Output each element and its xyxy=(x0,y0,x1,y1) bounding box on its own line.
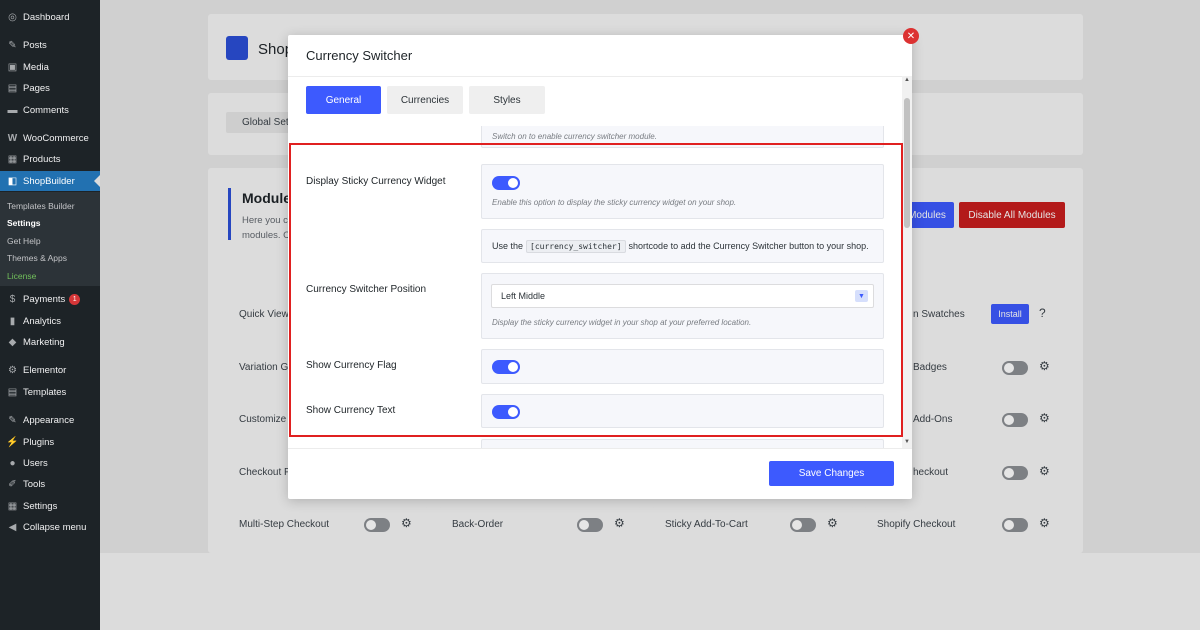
modal-scroll-area[interactable]: Switch on to enable currency switcher mo… xyxy=(288,126,902,448)
submenu-settings[interactable]: Settings xyxy=(0,214,100,231)
position-select[interactable]: Left Middle ▼ xyxy=(491,284,874,308)
pages-icon: ▤ xyxy=(7,82,18,94)
sticky-widget-label: Display Sticky Currency Widget xyxy=(306,176,446,187)
users-icon: ● xyxy=(9,457,16,469)
settings-icon: ▦ xyxy=(7,500,18,512)
modal-title: Currency Switcher xyxy=(306,48,413,63)
sidebar-item-templates[interactable]: ▤ Templates xyxy=(0,382,100,402)
sidebar-item-tools[interactable]: ✐ Tools xyxy=(0,474,100,494)
bottom-blank-area xyxy=(100,553,1200,630)
sidebar-item-posts[interactable]: ✎ Posts xyxy=(0,35,100,55)
sidebar-item-media[interactable]: ▣ Media xyxy=(0,57,100,77)
analytics-icon: ▮ xyxy=(9,315,16,327)
tab-general[interactable]: General xyxy=(306,86,381,114)
submenu-license[interactable]: License xyxy=(0,267,100,284)
appearance-icon: ✎ xyxy=(8,414,17,426)
plugins-icon: ⚡ xyxy=(6,436,19,448)
scroll-down-icon[interactable]: ▼ xyxy=(904,439,910,445)
sidebar-item-plugins[interactable]: ⚡ Plugins xyxy=(0,432,100,452)
sidebar-item-woocommerce[interactable]: W WooCommerce xyxy=(0,128,100,148)
sticky-widget-desc: Enable this option to display the sticky… xyxy=(492,198,737,207)
tools-icon: ✐ xyxy=(8,478,17,490)
text-label: Show Currency Text xyxy=(306,405,396,416)
woocommerce-icon: W xyxy=(7,132,18,144)
position-label: Currency Switcher Position xyxy=(306,284,427,295)
shortcode-box: Use the [currency_switcher] shortcode to a… xyxy=(481,229,884,263)
templates-icon: ▤ xyxy=(7,386,18,398)
position-desc: Display the sticky currency widget in yo… xyxy=(492,318,752,327)
next-setting-box xyxy=(481,439,884,448)
flag-label: Show Currency Flag xyxy=(306,360,397,371)
sidebar-item-settings[interactable]: ▦ Settings xyxy=(0,496,100,516)
currency-text-toggle[interactable] xyxy=(492,405,520,419)
scroll-thumb[interactable] xyxy=(904,98,910,228)
shortcode-code: [currency_switcher] xyxy=(526,240,626,253)
shortcode-text: Use the [currency_switcher] shortcode to a… xyxy=(492,240,869,253)
modal-scrollbar[interactable]: ▲ ▼ xyxy=(902,76,912,448)
sidebar-item-elementor[interactable]: ⚙ Elementor xyxy=(0,360,100,380)
payments-icon: $ xyxy=(9,293,16,305)
submenu-templates-builder[interactable]: Templates Builder xyxy=(0,197,100,214)
sidebar-item-marketing[interactable]: ◆ Marketing xyxy=(0,332,100,352)
sidebar-item-comments[interactable]: ▬ Comments xyxy=(0,100,100,120)
position-box: Left Middle ▼ Display the sticky currenc… xyxy=(481,273,884,339)
marketing-icon: ◆ xyxy=(8,336,17,348)
footer-divider xyxy=(288,448,912,449)
sidebar-item-dashboard[interactable]: ◎ Dashboard xyxy=(0,7,100,27)
enable-module-box: Switch on to enable currency switcher mo… xyxy=(481,126,884,148)
text-box xyxy=(481,394,884,428)
submenu-themes-apps[interactable]: Themes & Apps xyxy=(0,249,100,266)
comments-icon: ▬ xyxy=(7,104,18,116)
payments-count-badge: 1 xyxy=(69,293,81,305)
flag-box xyxy=(481,349,884,384)
sidebar-item-shopbuilder[interactable]: ◧ ShopBuilder xyxy=(0,171,100,191)
shopbuilder-icon: ◧ xyxy=(7,175,18,187)
sticky-widget-box: Enable this option to display the sticky… xyxy=(481,164,884,219)
sidebar-item-products[interactable]: ▦ Products xyxy=(0,149,100,169)
chevron-down-icon: ▼ xyxy=(855,290,868,302)
tab-currencies[interactable]: Currencies xyxy=(387,86,463,114)
currency-switcher-modal: Currency Switcher General Currencies Sty… xyxy=(288,35,912,499)
currency-flag-toggle[interactable] xyxy=(492,360,520,374)
scroll-up-icon[interactable]: ▲ xyxy=(904,77,910,83)
elementor-icon: ⚙ xyxy=(8,364,17,376)
sidebar-item-pages[interactable]: ▤ Pages xyxy=(0,78,100,98)
position-select-value: Left Middle xyxy=(501,291,546,301)
media-icon: ▣ xyxy=(7,61,18,73)
admin-sidebar: ◎ Dashboard ✎ Posts ▣ Media ▤ Pages ▬ Comment… xyxy=(0,0,100,630)
sidebar-item-users[interactable]: ● Users xyxy=(0,453,100,473)
sidebar-item-collapse[interactable]: ◀ Collapse menu xyxy=(0,517,100,537)
sticky-widget-toggle[interactable] xyxy=(492,176,520,190)
sidebar-item-analytics[interactable]: ▮ Analytics xyxy=(0,311,100,331)
enable-module-desc: Switch on to enable currency switcher mo… xyxy=(492,132,657,141)
tab-styles[interactable]: Styles xyxy=(469,86,545,114)
sidebar-item-payments[interactable]: $ Payments 1 xyxy=(0,289,100,309)
save-changes-button[interactable]: Save Changes xyxy=(769,461,894,486)
products-icon: ▦ xyxy=(7,153,18,165)
dashboard-icon: ◎ xyxy=(8,11,17,23)
pin-icon: ✎ xyxy=(8,39,17,51)
sidebar-item-appearance[interactable]: ✎ Appearance xyxy=(0,410,100,430)
submenu-get-help[interactable]: Get Help xyxy=(0,232,100,249)
close-icon[interactable]: ✕ xyxy=(903,28,919,44)
modal-divider xyxy=(288,76,912,77)
collapse-icon: ◀ xyxy=(8,521,17,533)
